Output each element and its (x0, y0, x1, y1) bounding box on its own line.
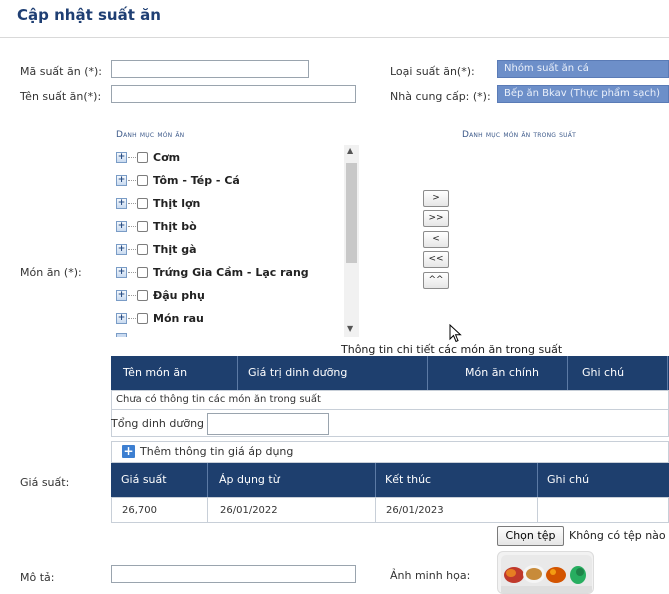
tree-item-dau-phu[interactable]: + Đậu phụ (116, 287, 205, 303)
col-gia-suat: Giá suất (121, 473, 167, 486)
tree-item-label: Thịt lợn (153, 196, 201, 210)
anh-minh-hoa-label: Ảnh minh họa: (390, 569, 471, 582)
checkbox[interactable] (137, 289, 148, 301)
tong-dinh-duong-input[interactable] (207, 413, 329, 435)
tree-item-thit-bo[interactable]: + Thịt bò (116, 218, 197, 234)
tree-scrollbar-thumb[interactable] (346, 163, 357, 263)
tree-item-label: Thịt bò (153, 219, 197, 233)
detail-table-empty-row: Chưa có thông tin các món ăn trong suất (111, 390, 669, 410)
tree-item-tom-tep-ca[interactable]: + Tôm - Tép - Cá (116, 172, 240, 188)
tree-item-com[interactable]: + Cơm (116, 149, 180, 165)
tree-item-label: Trứng Gia Cầm - Lạc rang (153, 265, 309, 279)
start-date-cell: 26/01/2022 (220, 505, 278, 516)
expand-icon[interactable]: + (116, 197, 127, 209)
price-table-header: Giá suất Áp dụng từ Kết thúc Ghi chú (111, 463, 669, 497)
col-ghi-chu-gia: Ghi chú (547, 473, 590, 486)
checkbox[interactable] (137, 312, 148, 324)
expand-icon[interactable]: + (116, 174, 127, 186)
expand-icon[interactable]: + (116, 266, 127, 278)
tree-item-label: Món rau (153, 311, 204, 325)
expand-icon[interactable]: + (116, 151, 127, 163)
tree-item-label: Đậu phụ (153, 288, 205, 302)
mo-ta-input[interactable] (111, 565, 356, 583)
mon-an-label: Món ăn (*): (20, 266, 82, 279)
col-ghi-chu: Ghi chú (582, 366, 625, 379)
tree-item-label: Tôm - Tép - Cá (153, 173, 240, 187)
checkbox[interactable] (137, 220, 148, 232)
loai-suat-an-label: Loại suất ăn(*): (390, 65, 475, 78)
nha-cung-cap-select[interactable]: Bếp ăn Bkav (Thực phẩm sạch) (497, 85, 669, 103)
expand-icon[interactable]: + (116, 243, 127, 255)
move-all-right-button[interactable]: >> (423, 210, 449, 227)
meal-photo[interactable] (497, 551, 594, 594)
detail-table-caption: Thông tin chi tiết các món ăn trong suất (341, 343, 563, 356)
price-table-row[interactable]: 26,700 26/01/2022 26/01/2023 (111, 497, 669, 523)
col-ten-mon-an: Tên món ăn (123, 366, 188, 379)
nha-cung-cap-label: Nhà cung cấp: (*): (390, 90, 491, 103)
scroll-up-icon[interactable]: ▲ (347, 146, 353, 155)
catalog-heading: Danh mục món ăn (116, 130, 185, 140)
ten-suat-an-input[interactable] (111, 85, 356, 103)
ma-suat-an-input[interactable] (111, 60, 309, 78)
tree-item-label: Cơm (153, 150, 181, 164)
expand-icon[interactable]: + (116, 312, 127, 324)
col-ket-thuc: Kết thúc (385, 473, 432, 486)
expand-icon[interactable]: + (116, 289, 127, 301)
tree-item-label: Thịt gà (153, 242, 197, 256)
price-cell: 26,700 (122, 505, 157, 516)
tree-item-partial (116, 333, 127, 337)
move-right-button[interactable]: > (423, 190, 449, 207)
checkbox[interactable] (137, 243, 148, 255)
ten-suat-an-label: Tên suất ăn(*): (20, 90, 102, 103)
tree-item-trung-gia-cam[interactable]: + Trứng Gia Cầm - Lạc rang (116, 264, 309, 280)
gia-suat-label: Giá suất: (20, 476, 70, 489)
file-status: Không có tệp nào (569, 529, 666, 542)
tree-item-mon-rau[interactable]: + Món rau (116, 310, 204, 326)
expand-icon[interactable]: + (116, 220, 127, 232)
checkbox[interactable] (137, 266, 148, 278)
scroll-down-icon[interactable]: ▼ (347, 324, 353, 333)
checkbox[interactable] (137, 174, 148, 186)
add-price-button[interactable]: + Thêm thông tin giá áp dụng (122, 445, 293, 458)
choose-file-button[interactable]: Chọn tệp (497, 526, 564, 546)
col-ap-dung-tu: Áp dụng từ (219, 473, 280, 486)
selected-heading: Danh mục món ăn trong suất (462, 130, 576, 140)
tong-dinh-duong-label: Tổng dinh dưỡng : (111, 417, 212, 430)
add-price-label: Thêm thông tin giá áp dụng (140, 445, 294, 458)
tree-item-thit-ga[interactable]: + Thịt gà (116, 241, 197, 257)
title-divider (0, 37, 669, 38)
empty-message: Chưa có thông tin các món ăn trong suất (116, 394, 321, 405)
add-icon[interactable]: + (122, 445, 135, 458)
page-title: Cập nhật suất ăn (17, 6, 161, 24)
checkbox[interactable] (137, 151, 148, 163)
move-left-button[interactable]: < (423, 231, 449, 248)
detail-table-header: Tên món ăn Giá trị dinh dưỡng Món ăn chí… (111, 356, 669, 390)
mouse-cursor-icon (449, 324, 462, 343)
tree-item-thit-lon[interactable]: + Thịt lợn (116, 195, 200, 211)
checkbox[interactable] (137, 197, 148, 209)
col-gia-tri-dinh-duong: Giá trị dinh dưỡng (248, 366, 348, 379)
loai-suat-an-select[interactable]: Nhóm suất ăn cá (497, 60, 669, 78)
mo-ta-label: Mô tả: (20, 571, 55, 584)
move-up-button[interactable]: ^^ (423, 272, 449, 289)
ma-suat-an-label: Mã suất ăn (*): (20, 65, 102, 78)
move-all-left-button[interactable]: << (423, 251, 449, 268)
end-date-cell: 26/01/2023 (386, 505, 444, 516)
col-mon-an-chinh: Món ăn chính (465, 366, 539, 379)
